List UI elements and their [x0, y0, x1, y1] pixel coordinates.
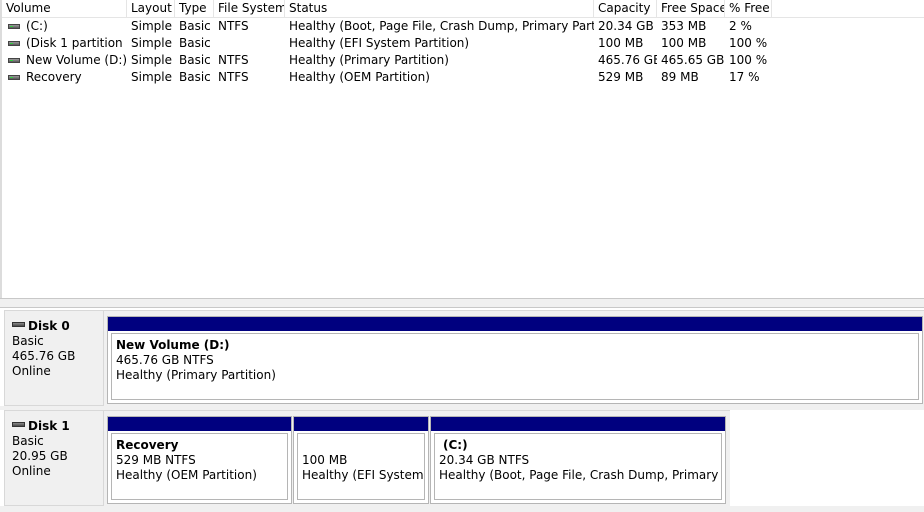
table-row[interactable]: New Volume (D:) Simple Basic NTFS Health…	[2, 52, 924, 69]
volume-icon	[8, 24, 20, 29]
volume-icon	[8, 41, 20, 46]
partition-body: Recovery 529 MB NTFS Healthy (OEM Partit…	[111, 433, 288, 500]
column-header-percent-free[interactable]: % Free	[725, 0, 772, 17]
column-header-capacity[interactable]: Capacity	[594, 0, 657, 17]
partition-size: 100 MB	[302, 453, 348, 467]
cell-capacity: 529 MB	[598, 70, 644, 84]
disk-icon	[12, 422, 25, 427]
table-row[interactable]: (C:) Simple Basic NTFS Healthy (Boot, Pa…	[2, 18, 924, 35]
volume-icon	[8, 58, 20, 63]
volume-icon	[8, 75, 20, 80]
disk-type: Basic	[12, 334, 44, 348]
partition-status: Healthy (EFI System Partition)	[302, 468, 424, 482]
partition-body: (C:) 20.34 GB NTFS Healthy (Boot, Page F…	[434, 433, 722, 500]
column-header-row: Volume Layout Type File System Status Ca…	[2, 0, 924, 18]
partition-name	[302, 438, 424, 453]
cell-free-space: 100 MB	[661, 36, 707, 50]
partition-header-bar	[108, 417, 291, 431]
cell-capacity: 100 MB	[598, 36, 644, 50]
cell-capacity: 20.34 GB	[598, 19, 654, 33]
cell-free-space: 465.65 GB	[661, 53, 725, 67]
partition-header-bar	[108, 317, 922, 331]
cell-volume: New Volume (D:)	[26, 53, 127, 67]
cell-file-system: NTFS	[218, 19, 249, 33]
column-header-layout[interactable]: Layout	[127, 0, 175, 17]
disk-0-title: Disk 0	[12, 319, 103, 334]
disk-1-partitions: Recovery 529 MB NTFS Healthy (OEM Partit…	[104, 410, 730, 506]
disk-size: 465.76 GB	[12, 349, 76, 363]
column-header-type[interactable]: Type	[175, 0, 214, 17]
cell-file-system	[214, 35, 285, 52]
cell-layout: Simple	[131, 36, 172, 50]
disk-0-label[interactable]: Disk 0 Basic 465.76 GB Online	[4, 310, 104, 406]
pane-splitter[interactable]	[0, 298, 924, 308]
partition-body: New Volume (D:) 465.76 GB NTFS Healthy (…	[111, 333, 919, 400]
partition-header-bar	[294, 417, 428, 431]
table-row[interactable]: (Disk 1 partition 2) Simple Basic Health…	[2, 35, 924, 52]
column-header-status[interactable]: Status	[285, 0, 594, 17]
cell-status: Healthy (EFI System Partition)	[289, 36, 470, 50]
disk-1-label[interactable]: Disk 1 Basic 20.95 GB Online	[4, 410, 104, 506]
disk-name: Disk 1	[28, 419, 70, 433]
column-header-free-space[interactable]: Free Space	[657, 0, 725, 17]
cell-free-space: 89 MB	[661, 70, 699, 84]
disk-icon	[12, 322, 25, 327]
disk-1-title: Disk 1	[12, 419, 103, 434]
partition-header-bar	[431, 417, 725, 431]
partition-body: 100 MB Healthy (EFI System Partition)	[297, 433, 425, 500]
cell-file-system: NTFS	[218, 70, 249, 84]
partition-name: New Volume (D:)	[116, 338, 230, 352]
disk-row-separator	[0, 506, 924, 512]
partition-name: (C:)	[443, 438, 468, 452]
cell-type: Basic	[179, 70, 211, 84]
disk-state: Online	[12, 464, 51, 478]
column-header-file-system[interactable]: File System	[214, 0, 285, 17]
cell-layout: Simple	[131, 70, 172, 84]
partition-size: 529 MB NTFS	[116, 453, 196, 467]
cell-percent-free: 17 %	[729, 70, 760, 84]
partition-name: Recovery	[116, 438, 179, 452]
cell-status: Healthy (Boot, Page File, Crash Dump, Pr…	[289, 19, 594, 33]
partition-recovery[interactable]: Recovery 529 MB NTFS Healthy (OEM Partit…	[107, 416, 292, 504]
cell-status: Healthy (Primary Partition)	[289, 53, 449, 67]
partition-status: Healthy (Boot, Page File, Crash Dump, Pr…	[439, 468, 721, 482]
column-header-volume[interactable]: Volume	[2, 0, 127, 17]
cell-capacity: 465.76 GB	[598, 53, 657, 67]
disk-type: Basic	[12, 434, 44, 448]
cell-layout: Simple	[131, 53, 172, 67]
cell-type: Basic	[179, 36, 211, 50]
cell-status: Healthy (OEM Partition)	[289, 70, 430, 84]
disk-name: Disk 0	[28, 319, 70, 333]
cell-percent-free: 100 %	[729, 53, 768, 67]
partition-status: Healthy (Primary Partition)	[116, 368, 276, 382]
partition-size: 465.76 GB NTFS	[116, 353, 214, 367]
disk-graphical-view: Disk 0 Basic 465.76 GB Online New Volume…	[0, 308, 924, 512]
cell-free-space: 353 MB	[661, 19, 707, 33]
cell-file-system: NTFS	[218, 53, 249, 67]
volume-list[interactable]: Volume Layout Type File System Status Ca…	[0, 0, 924, 298]
cell-percent-free: 2 %	[729, 19, 752, 33]
disk-size: 20.95 GB	[12, 449, 68, 463]
disk-state: Online	[12, 364, 51, 378]
cell-type: Basic	[179, 53, 211, 67]
partition-status: Healthy (OEM Partition)	[116, 468, 257, 482]
cell-layout: Simple	[131, 19, 172, 33]
partition-c[interactable]: (C:) 20.34 GB NTFS Healthy (Boot, Page F…	[430, 416, 726, 504]
table-row[interactable]: Recovery Simple Basic NTFS Healthy (OEM …	[2, 69, 924, 86]
cell-type: Basic	[179, 19, 211, 33]
cell-volume: Recovery	[26, 70, 82, 84]
partition-efi-system[interactable]: 100 MB Healthy (EFI System Partition)	[293, 416, 429, 504]
partition-size: 20.34 GB NTFS	[439, 453, 530, 467]
cell-volume: (Disk 1 partition 2)	[26, 36, 127, 50]
disk-0-partitions: New Volume (D:) 465.76 GB NTFS Healthy (…	[104, 310, 924, 406]
cell-volume: (C:)	[26, 19, 48, 33]
partition-new-volume-d[interactable]: New Volume (D:) 465.76 GB NTFS Healthy (…	[107, 316, 923, 404]
cell-percent-free: 100 %	[729, 36, 768, 50]
